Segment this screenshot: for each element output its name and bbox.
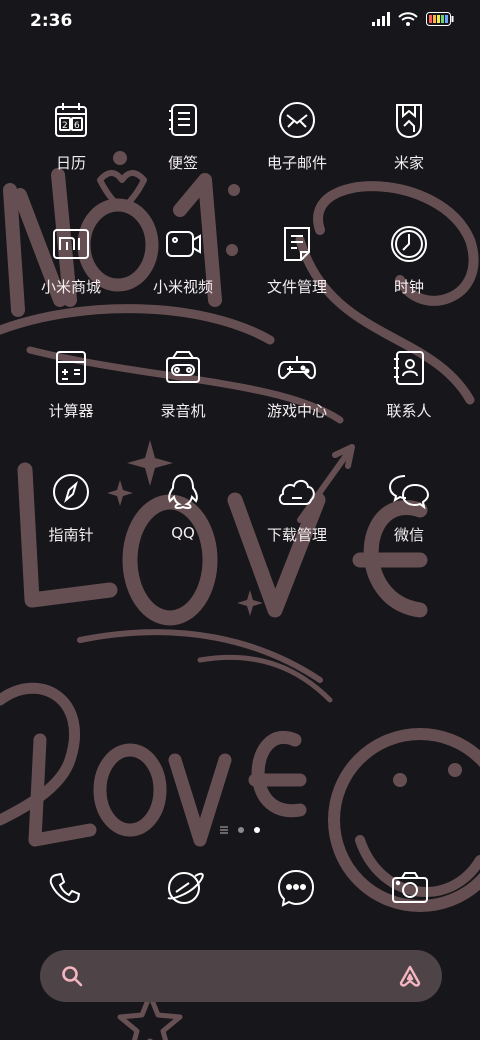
app-label: 便签 <box>167 154 198 172</box>
app-label: 指南针 <box>48 526 94 544</box>
app-label: 时钟 <box>393 278 424 296</box>
app-grid: 2 6 日历 便签 电子邮件 米家 小米商城 小米视频 文件管理 时钟 计算器 … <box>0 0 480 600</box>
wechat-icon <box>387 470 431 514</box>
mi-store-icon <box>49 222 93 266</box>
calculator-icon <box>49 346 93 390</box>
dock-browser[interactable] <box>162 866 206 910</box>
app-calculator[interactable]: 计算器 <box>16 346 126 421</box>
download-manager-icon <box>275 470 319 514</box>
recorder-icon <box>161 346 205 390</box>
app-label: 下载管理 <box>266 526 327 544</box>
phone-icon <box>49 872 81 904</box>
file-manager-icon <box>275 222 319 266</box>
app-label: 米家 <box>393 154 424 172</box>
contacts-icon <box>387 346 431 390</box>
page-indicator[interactable] <box>0 822 480 838</box>
app-mi-store[interactable]: 小米商城 <box>16 222 126 297</box>
app-label: 文件管理 <box>266 278 327 296</box>
messages-icon <box>277 869 315 907</box>
video-icon <box>161 222 205 266</box>
calendar-icon: 2 6 <box>49 98 93 142</box>
app-notes[interactable]: 便签 <box>128 98 238 173</box>
app-label: 联系人 <box>386 402 432 420</box>
mijia-icon <box>387 98 431 142</box>
clock-icon <box>387 222 431 266</box>
app-email[interactable]: 电子邮件 <box>242 98 352 173</box>
app-recorder[interactable]: 录音机 <box>128 346 238 421</box>
app-qq[interactable]: QQ <box>128 470 238 542</box>
app-mijia[interactable]: 米家 <box>354 98 464 173</box>
svg-text:2: 2 <box>62 121 68 131</box>
app-download-manager[interactable]: 下载管理 <box>242 470 352 545</box>
search-icon[interactable] <box>60 964 84 988</box>
app-label: 小米商城 <box>40 278 101 296</box>
compass-icon <box>49 470 93 514</box>
svg-text:6: 6 <box>74 121 80 131</box>
camera-icon <box>392 872 428 903</box>
assistant-icon[interactable] <box>398 964 422 988</box>
app-label: 录音机 <box>160 402 206 420</box>
app-label: 日历 <box>55 154 86 172</box>
app-label: 游戏中心 <box>266 402 327 420</box>
app-wechat[interactable]: 微信 <box>354 470 464 545</box>
notes-icon <box>161 98 205 142</box>
dock <box>0 866 480 916</box>
app-contacts[interactable]: 联系人 <box>354 346 464 421</box>
app-label: 计算器 <box>48 402 94 420</box>
dock-phone[interactable] <box>42 866 86 910</box>
search-bar[interactable] <box>40 950 442 1002</box>
app-file-manager[interactable]: 文件管理 <box>242 222 352 297</box>
app-label: 小米视频 <box>152 278 213 296</box>
page-dot[interactable] <box>238 827 244 833</box>
app-calendar[interactable]: 2 6 日历 <box>16 98 126 173</box>
app-video[interactable]: 小米视频 <box>128 222 238 297</box>
qq-icon <box>161 470 205 514</box>
dock-camera[interactable] <box>388 866 432 910</box>
game-center-icon <box>275 346 319 390</box>
browser-icon <box>167 872 204 904</box>
email-icon <box>275 98 319 142</box>
app-label: 微信 <box>393 526 424 544</box>
app-game-center[interactable]: 游戏中心 <box>242 346 352 421</box>
dock-messages[interactable] <box>274 866 318 910</box>
app-clock[interactable]: 时钟 <box>354 222 464 297</box>
page-dot-active[interactable] <box>254 827 260 833</box>
app-compass[interactable]: 指南针 <box>16 470 126 545</box>
app-label: QQ <box>171 524 195 542</box>
menu-lines-icon <box>220 826 228 834</box>
app-label: 电子邮件 <box>266 154 327 172</box>
